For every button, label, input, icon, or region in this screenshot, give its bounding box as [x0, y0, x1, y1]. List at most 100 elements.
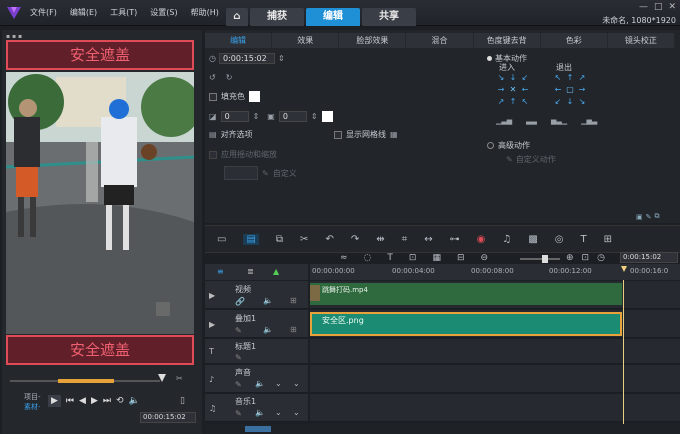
copy-icon[interactable]: ⧉: [276, 234, 283, 245]
lane-overlay[interactable]: 安全区.png: [310, 310, 680, 338]
track-manager-icon[interactable]: ≡: [217, 267, 224, 276]
scissors-icon[interactable]: ✂: [176, 374, 183, 383]
speed-in-icon[interactable]: ▁▃▅: [496, 117, 512, 125]
speed-out-icon[interactable]: ▅▃▁: [551, 117, 567, 125]
volume-icon[interactable]: 🔈: [129, 396, 140, 406]
video-fx-icon[interactable]: ⊞: [290, 296, 297, 305]
preview-timecode[interactable]: 00:00:15:02: [140, 412, 196, 423]
motion-icon[interactable]: ◎: [555, 234, 564, 245]
menu-edit[interactable]: 编辑(E): [70, 7, 97, 18]
basic-motion-radio[interactable]: [487, 56, 492, 61]
fit-icon[interactable]: ↔: [424, 234, 432, 245]
lane-title[interactable]: [310, 339, 680, 364]
zoom-out-icon[interactable]: ⊖: [481, 253, 489, 263]
duration-input[interactable]: 0:00:15:02: [218, 53, 275, 64]
custom-label[interactable]: 自定义: [273, 168, 297, 179]
align-options-label[interactable]: 对齐选项: [221, 129, 253, 140]
border-color-swatch[interactable]: [321, 111, 333, 122]
overlay-volume-icon[interactable]: 🔈: [263, 325, 273, 334]
speed-pause-icon[interactable]: ▁▅▃: [581, 117, 597, 125]
tab-share[interactable]: 共享: [362, 8, 416, 26]
clip-mode-label[interactable]: 素材-: [24, 402, 41, 412]
record-icon[interactable]: ◉: [477, 234, 486, 245]
tab-option-color[interactable]: 色彩: [541, 33, 608, 48]
repeat-icon[interactable]: ⟲: [116, 396, 124, 406]
timeline-timecode[interactable]: 0:00:15:02: [620, 252, 678, 263]
maximize-icon[interactable]: □: [654, 2, 663, 12]
tab-option-chroma[interactable]: 色度键去背: [474, 33, 541, 48]
link-icon[interactable]: 🔗: [235, 297, 245, 306]
speed-mid-icon[interactable]: ▃▃: [526, 117, 537, 125]
fill-color-checkbox[interactable]: [209, 92, 217, 101]
split-icon[interactable]: ⇹: [376, 234, 384, 245]
audio-mix-icon[interactable]: ♫: [502, 234, 511, 245]
fullscreen-icon[interactable]: ⊞: [604, 234, 612, 245]
go-end-icon[interactable]: ⏭: [103, 396, 111, 406]
overlay-clip[interactable]: 安全区.png: [310, 312, 622, 336]
custom-motion-label[interactable]: 自定义动作: [516, 154, 556, 165]
zoom-in-icon[interactable]: ⊕: [566, 253, 574, 263]
shadow-stepper-icon[interactable]: ⇕: [253, 112, 260, 121]
device-icon[interactable]: ▯: [180, 396, 185, 406]
timeline-scrollbar[interactable]: [205, 424, 680, 434]
prev-frame-icon[interactable]: ◀: [79, 396, 86, 406]
subtitle-track-icon[interactable]: ⊡: [409, 253, 417, 263]
timeline-view-icon[interactable]: ▤: [243, 233, 259, 245]
pan-zoom-checkbox[interactable]: [209, 150, 217, 159]
music-volume-icon[interactable]: 🔈: [255, 408, 265, 417]
expand-view-icon[interactable]: ⧉: [655, 212, 660, 221]
scrub-bar[interactable]: ✂: [10, 374, 190, 388]
video-clip[interactable]: 跳舞打码.mp4: [310, 283, 622, 305]
preset-dropdown[interactable]: [224, 166, 258, 180]
voice-edit-icon[interactable]: ✎: [235, 380, 242, 389]
tab-option-blend[interactable]: 混合: [406, 33, 474, 48]
chapter-icon[interactable]: ▦: [432, 253, 441, 263]
enter-direction-grid[interactable]: ↘ ↓ ↙ → ✕ ← ↗ ↑ ↖: [496, 73, 530, 107]
mask-icon[interactable]: ◌: [364, 253, 372, 263]
zoom-slider[interactable]: [520, 255, 560, 263]
title-track-icon[interactable]: T: [387, 253, 393, 263]
overlay-fx-icon[interactable]: ⊞: [290, 325, 297, 334]
fit-project-icon[interactable]: ⊡: [582, 253, 590, 263]
voice-volume-icon[interactable]: 🔈: [255, 379, 265, 388]
thumbnail-view-icon[interactable]: ▣: [636, 213, 643, 221]
border-stepper-icon[interactable]: ⇕: [311, 112, 318, 121]
tab-option-effect[interactable]: 效果: [272, 33, 340, 48]
custom-motion-icon[interactable]: ✎: [506, 155, 513, 164]
video-volume-icon[interactable]: 🔈: [263, 296, 273, 305]
rotate-right-icon[interactable]: ↻: [226, 73, 233, 82]
close-icon[interactable]: ✕: [668, 2, 676, 12]
title-edit-icon[interactable]: ✎: [235, 353, 242, 362]
subtitle-icon[interactable]: ▩: [528, 234, 537, 245]
trim-icon[interactable]: ⊶: [450, 234, 460, 245]
storyboard-view-icon[interactable]: ▭: [217, 234, 226, 245]
add-track-icon[interactable]: ▲: [273, 267, 279, 276]
shadow-value-input[interactable]: 0: [220, 111, 249, 122]
lane-music[interactable]: [310, 394, 680, 422]
tab-edit[interactable]: 编辑: [306, 8, 360, 26]
overlay-edit-icon[interactable]: ✎: [235, 326, 242, 335]
tab-option-lens[interactable]: 镜头校正: [608, 33, 675, 48]
tab-capture[interactable]: 捕获: [250, 8, 304, 26]
music-fx-icon[interactable]: ⌄: [293, 408, 300, 417]
rotate-left-icon[interactable]: ↺: [209, 73, 216, 82]
menu-tools[interactable]: 工具(T): [110, 7, 137, 18]
lane-voice[interactable]: [310, 365, 680, 393]
advanced-motion-radio[interactable]: [487, 142, 494, 149]
undo-icon[interactable]: ↶: [325, 234, 333, 245]
menu-settings[interactable]: 设置(S): [150, 7, 177, 18]
scrollbar-thumb[interactable]: [245, 426, 271, 432]
music-fade-icon[interactable]: ⌄: [275, 408, 282, 417]
project-mode-label[interactable]: 项目-: [24, 392, 41, 402]
edit-view-icon[interactable]: ✎: [646, 213, 652, 221]
border-value-input[interactable]: 0: [278, 111, 307, 122]
crop-icon[interactable]: ⌗: [402, 234, 408, 245]
custom-edit-icon[interactable]: ✎: [262, 169, 269, 178]
tab-option-face[interactable]: 脸部效果: [339, 33, 407, 48]
tools-icon[interactable]: ✂: [300, 234, 308, 245]
marker-icon[interactable]: ⊟: [457, 253, 465, 263]
track-list-icon[interactable]: ≣: [247, 267, 254, 276]
menu-file[interactable]: 文件(F): [30, 7, 57, 18]
play-icon[interactable]: ▶: [48, 395, 61, 407]
show-grid-checkbox[interactable]: [334, 130, 342, 139]
